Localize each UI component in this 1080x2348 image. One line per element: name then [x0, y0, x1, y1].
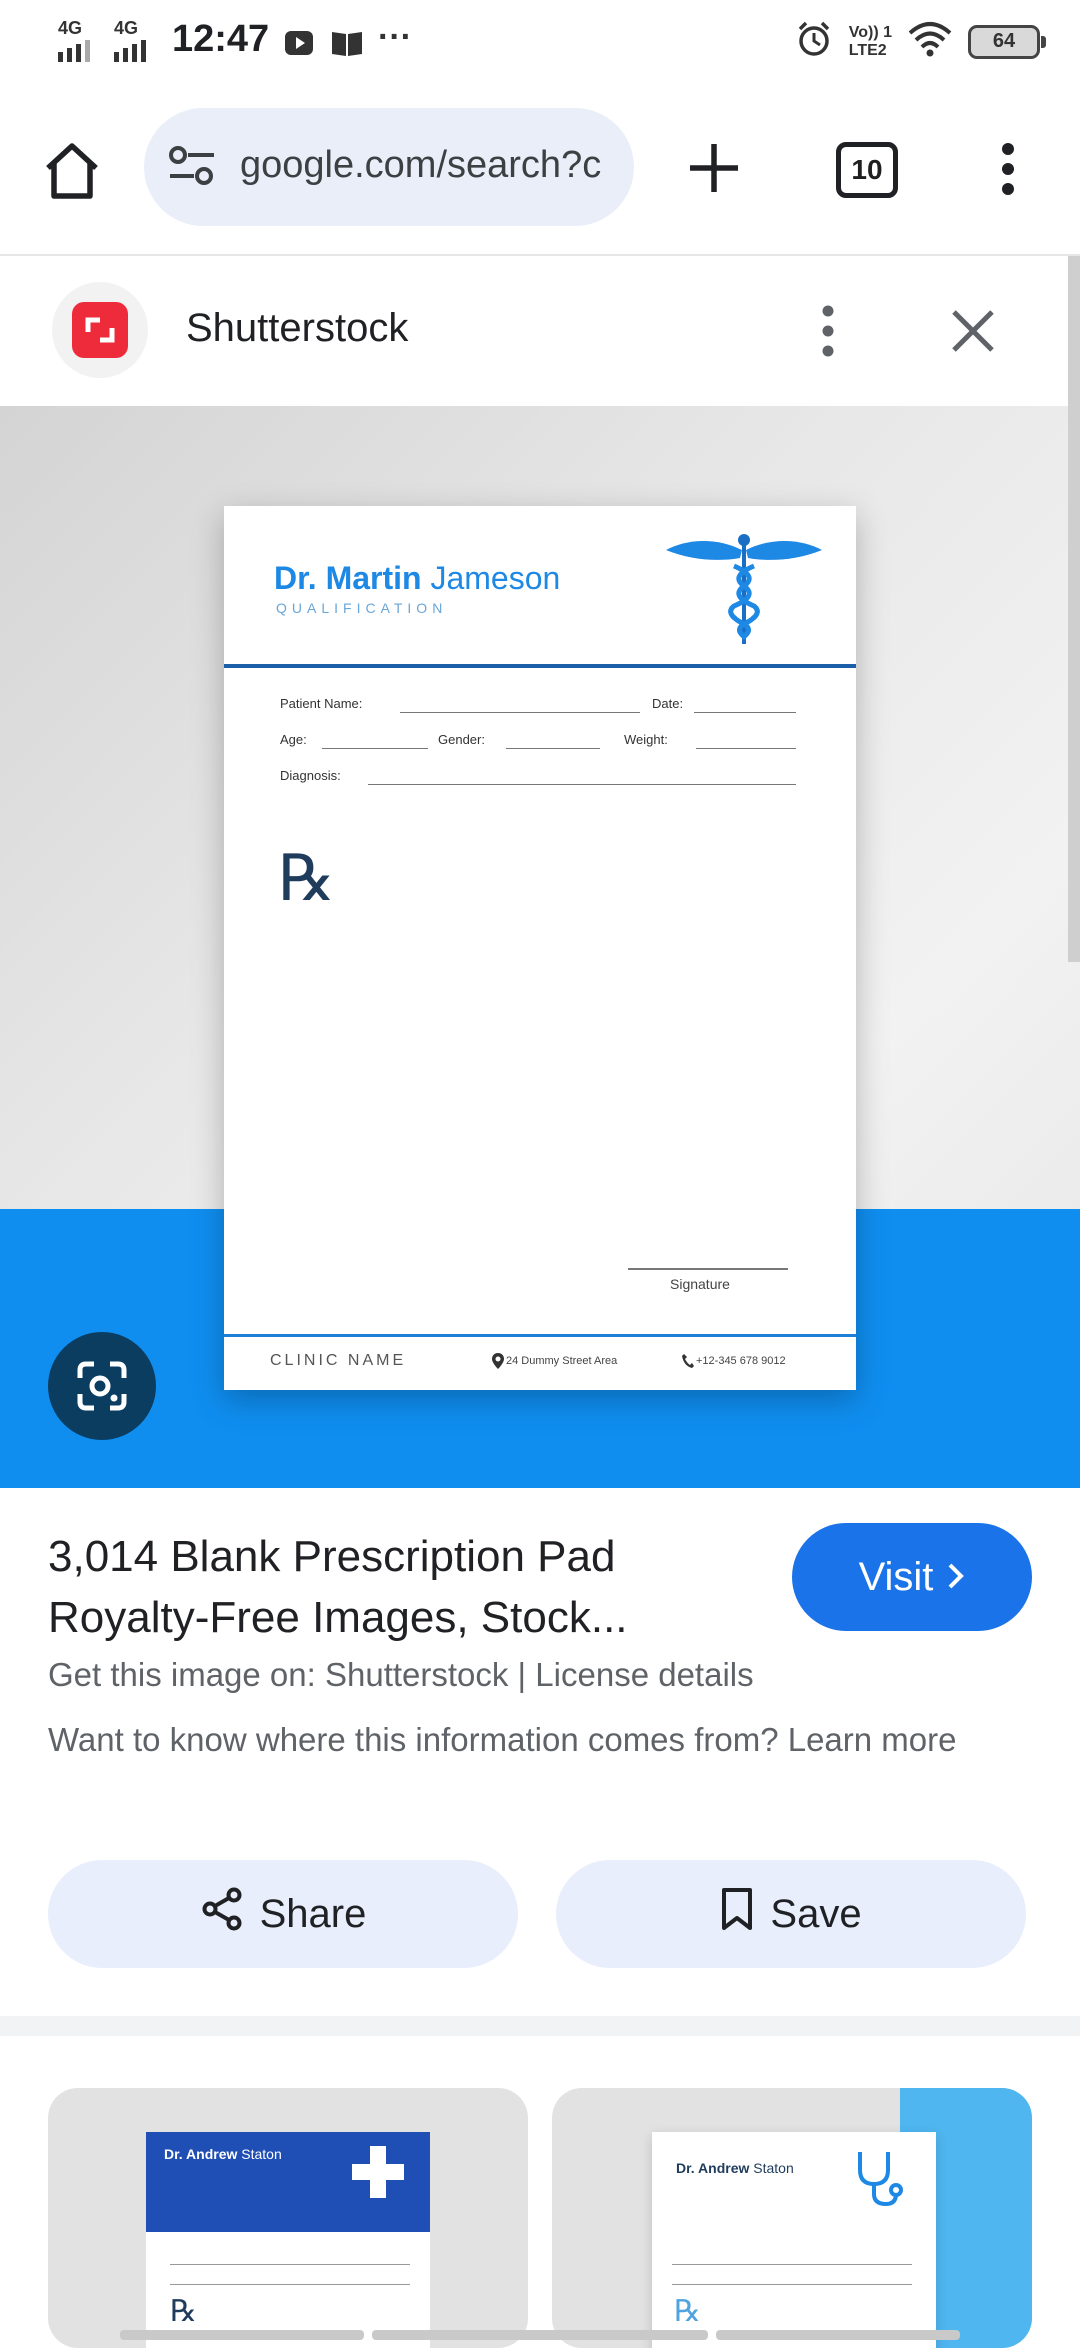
weight-label: Weight:: [624, 732, 668, 747]
source-more-icon[interactable]: [820, 304, 836, 363]
browser-menu-icon[interactable]: [1000, 142, 1016, 201]
location-pin-icon: [492, 1353, 504, 1374]
tab-switcher-button[interactable]: 10: [836, 142, 898, 198]
signal-label-2: 4G: [114, 18, 139, 38]
image-source-line[interactable]: Get this image on: Shutterstock | Licens…: [48, 1656, 754, 1694]
book-icon: [330, 28, 364, 63]
date-label: Date:: [652, 696, 684, 711]
close-icon[interactable]: [950, 308, 996, 359]
youtube-icon: [284, 28, 314, 63]
chevron-right-icon: [947, 1555, 965, 1600]
doctor-name: Dr. Martin Jameson: [274, 560, 561, 596]
alarm-icon: [795, 20, 833, 63]
section-divider: [0, 2016, 1080, 2036]
signal-bars-2-icon: [114, 40, 146, 62]
related-doctor-name: Dr. Andrew Staton: [164, 2146, 282, 2162]
carousel-indicator: [716, 2330, 960, 2340]
save-label: Save: [770, 1891, 862, 1936]
clock: 12:47: [172, 18, 270, 60]
medical-cross-icon: [350, 2144, 406, 2205]
related-image-card[interactable]: Dr. Andrew Staton ℞: [552, 2088, 1032, 2348]
home-icon[interactable]: [42, 142, 102, 205]
signal-label-1: 4G: [58, 18, 83, 38]
wifi-icon: [908, 21, 952, 62]
more-notifications-icon: ···: [378, 18, 412, 56]
phone-icon: [682, 1354, 694, 1373]
bookmark-icon: [720, 1887, 754, 1941]
related-rx-symbol: ℞: [170, 2295, 197, 2328]
google-lens-button[interactable]: [48, 1332, 156, 1440]
result-title[interactable]: 3,014 Blank Prescription Pad Royalty-Fre…: [48, 1526, 748, 1648]
share-icon: [200, 1887, 244, 1941]
url-text[interactable]: google.com/search?c: [240, 144, 620, 187]
gender-label: Gender:: [438, 732, 485, 747]
prescription-paper: Dr. Martin Jameson QUALIFICATION Patient…: [224, 506, 856, 1390]
source-name: Shutterstock: [186, 306, 409, 350]
site-settings-icon[interactable]: [168, 144, 216, 193]
age-label: Age:: [280, 732, 307, 747]
share-button[interactable]: Share: [48, 1860, 518, 1968]
share-label: Share: [259, 1891, 367, 1936]
rx-symbol: ℞: [278, 842, 336, 916]
stethoscope-icon: [852, 2148, 904, 2213]
patient-name-label: Patient Name:: [280, 696, 363, 711]
caduceus-icon: [664, 532, 824, 655]
signal-bars-1-icon: [58, 40, 90, 62]
related-rx-symbol: ℞: [674, 2295, 701, 2328]
save-button[interactable]: Save: [556, 1860, 1026, 1968]
carousel-indicator: [120, 2330, 364, 2340]
visit-label: Visit: [858, 1554, 934, 1599]
shutterstock-logo: [52, 282, 148, 378]
diagnosis-label: Diagnosis:: [280, 768, 341, 783]
signature-label: Signature: [670, 1276, 730, 1292]
qualification-text: QUALIFICATION: [276, 600, 448, 616]
clinic-address: 24 Dummy Street Area: [506, 1355, 618, 1367]
lte-label: LTE2: [848, 41, 887, 59]
status-bar: 4G 4G 12:47 ··· Vo)) 1 LTE2 64: [0, 0, 1080, 84]
source-header: Shutterstock: [0, 256, 1068, 406]
clinic-name: CLINIC NAME: [270, 1352, 407, 1369]
preview-image[interactable]: Dr. Martin Jameson QUALIFICATION Patient…: [0, 406, 1080, 1488]
visit-button[interactable]: Visit: [792, 1523, 1032, 1631]
address-bar[interactable]: google.com/search?c: [144, 108, 634, 226]
battery-indicator: 64: [968, 24, 1046, 59]
volte-label: Vo)) 1: [848, 23, 892, 41]
carousel-indicator: [372, 2330, 708, 2340]
clinic-phone: +12-345 678 9012: [696, 1355, 786, 1367]
browser-toolbar: google.com/search?c 10: [0, 84, 1080, 256]
related-doctor-name: Dr. Andrew Staton: [676, 2160, 794, 2176]
related-image-card[interactable]: Dr. Andrew Staton ℞: [48, 2088, 528, 2348]
page-scrollbar[interactable]: [1068, 256, 1080, 962]
info-note[interactable]: Want to know where this information come…: [48, 1716, 978, 1764]
new-tab-icon[interactable]: [688, 142, 740, 199]
